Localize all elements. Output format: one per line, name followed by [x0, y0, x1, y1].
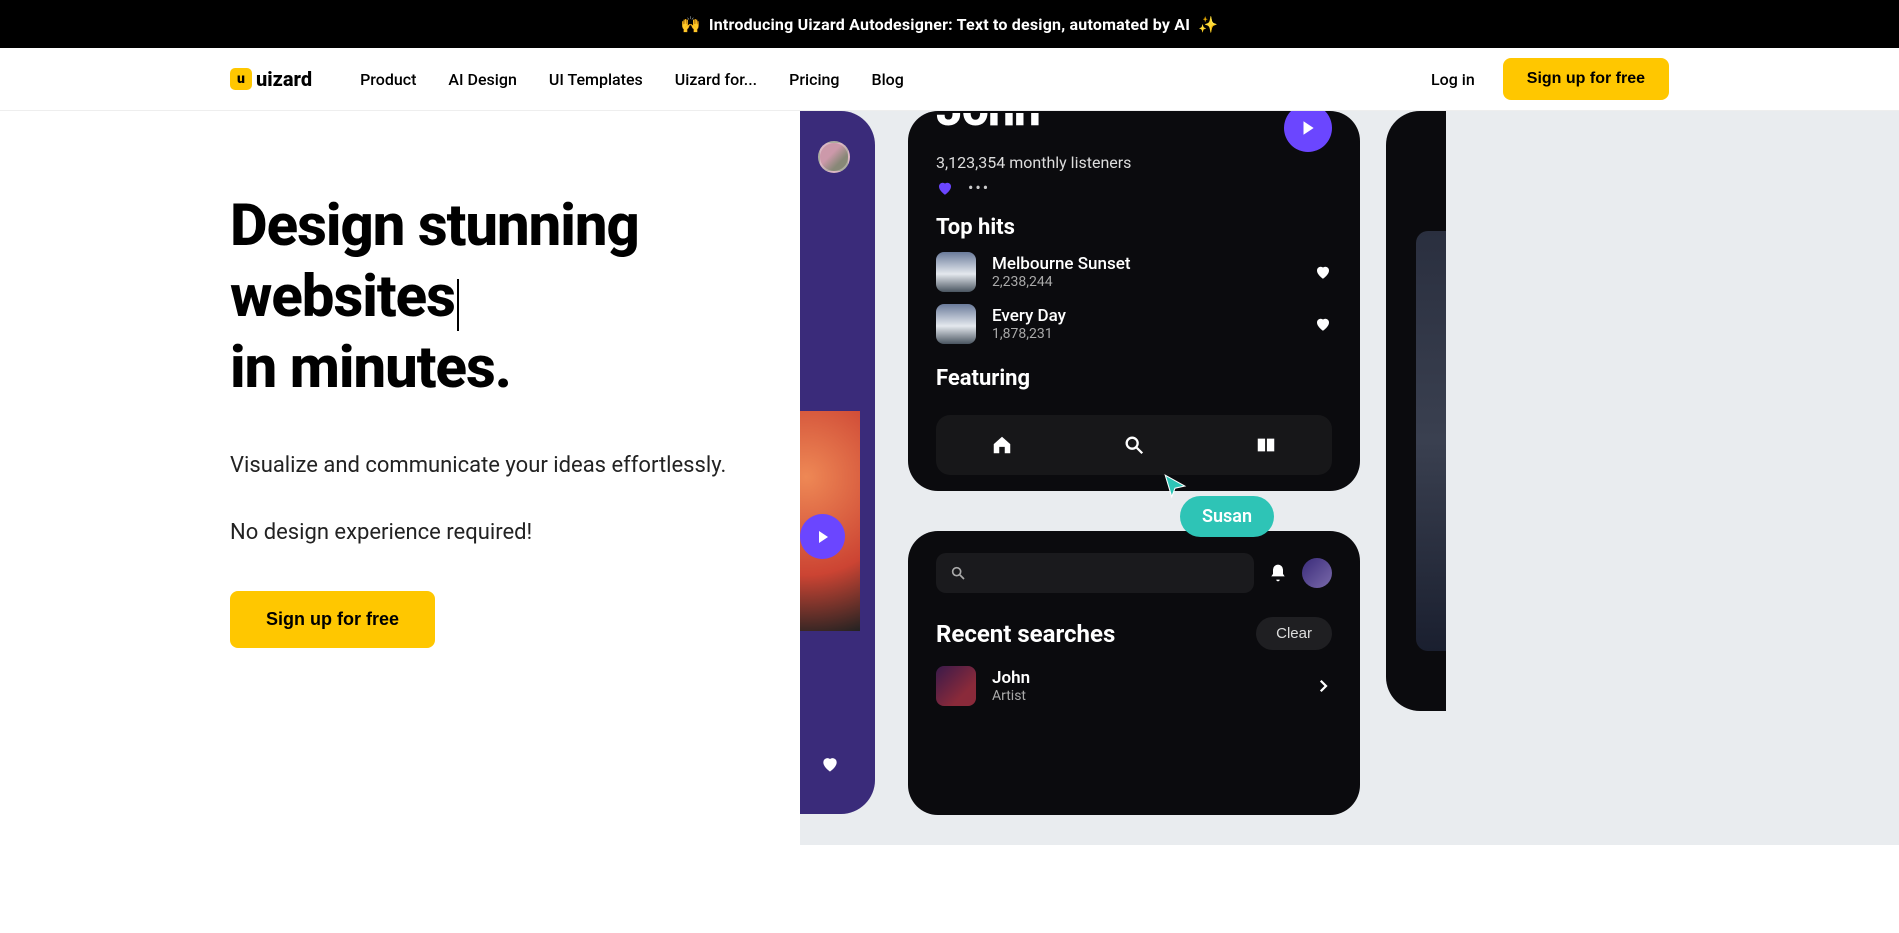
hero-title-line1: Design stunning — [230, 192, 639, 260]
cursor-pointer-icon — [1162, 473, 1188, 499]
artist-artwork — [936, 666, 976, 706]
nav-blog[interactable]: Blog — [872, 70, 904, 89]
artist-name: John — [936, 113, 1040, 137]
nav-uizard-for[interactable]: Uizard for... — [675, 70, 757, 89]
logo-text: uizard — [256, 67, 312, 91]
nav-pricing[interactable]: Pricing — [789, 70, 839, 89]
collaborator-cursor-label: Susan — [1180, 496, 1274, 537]
recent-item-name: John — [992, 668, 1030, 688]
logo-mark: u — [230, 68, 252, 90]
login-link[interactable]: Log in — [1431, 70, 1475, 89]
artwork-image — [1416, 231, 1446, 651]
showcase-card-left-peek — [800, 111, 875, 814]
primary-nav: Product AI Design UI Templates Uizard fo… — [360, 70, 904, 89]
play-button[interactable] — [1284, 111, 1332, 152]
hero-subtitle-2: No design experience required! — [230, 520, 800, 545]
nav-ui-templates[interactable]: UI Templates — [549, 70, 643, 89]
logo[interactable]: u uizard — [230, 67, 312, 91]
track-artwork — [936, 252, 976, 292]
nav-ai-design[interactable]: AI Design — [448, 70, 516, 89]
play-icon — [1299, 119, 1317, 137]
library-icon[interactable] — [1255, 434, 1277, 456]
heart-icon[interactable] — [1314, 263, 1332, 281]
hero-title-line2: websites — [230, 263, 455, 331]
typing-cursor-icon — [457, 279, 459, 331]
sparkle-icon: ✨ — [1198, 15, 1218, 34]
recent-searches-heading: Recent searches — [936, 620, 1115, 648]
search-icon — [950, 565, 966, 581]
avatar[interactable] — [1302, 558, 1332, 588]
showcase-card-search: Recent searches Clear John Artist — [908, 531, 1360, 815]
more-icon[interactable]: ••• — [968, 178, 990, 197]
hero-subtitle: Visualize and communicate your ideas eff… — [230, 449, 800, 482]
search-icon[interactable] — [1123, 434, 1145, 456]
track-row[interactable]: Melbourne Sunset 2,238,244 — [936, 252, 1332, 292]
hero-title: Design stunning websites in minutes. — [230, 191, 800, 403]
hero-showcase: John 3,123,354 monthly listeners ••• Top… — [800, 111, 1899, 845]
heart-icon — [820, 754, 840, 774]
track-artwork — [936, 304, 976, 344]
track-row[interactable]: Every Day 1,878,231 — [936, 304, 1332, 344]
top-hits-heading: Top hits — [936, 215, 1332, 240]
hero-signup-button[interactable]: Sign up for free — [230, 591, 435, 648]
clear-button[interactable]: Clear — [1256, 617, 1332, 650]
home-icon[interactable] — [991, 434, 1013, 456]
bell-icon[interactable] — [1268, 563, 1288, 583]
recent-search-item[interactable]: John Artist — [936, 666, 1332, 706]
header-nav: u uizard Product AI Design UI Templates … — [0, 48, 1899, 111]
avatar — [818, 141, 850, 173]
play-button[interactable] — [800, 514, 845, 559]
featuring-heading: Featuring — [936, 366, 1332, 391]
listeners-count: 3,123,354 monthly listeners — [936, 153, 1332, 172]
track-name: Melbourne Sunset — [992, 254, 1298, 274]
header-signup-button[interactable]: Sign up for free — [1503, 58, 1669, 100]
announcement-text: Introducing Uizard Autodesigner: Text to… — [709, 15, 1190, 34]
hero-section: Design stunning websites in minutes. Vis… — [0, 111, 1899, 933]
chevron-right-icon — [1314, 677, 1332, 695]
announcement-bar[interactable]: 🙌 Introducing Uizard Autodesigner: Text … — [0, 0, 1899, 48]
play-icon — [815, 529, 831, 545]
heart-icon[interactable] — [936, 179, 954, 197]
track-name: Every Day — [992, 306, 1298, 326]
recent-item-type: Artist — [992, 688, 1030, 704]
emoji-hands: 🙌 — [681, 15, 701, 34]
showcase-card-artist: John 3,123,354 monthly listeners ••• Top… — [908, 111, 1360, 491]
track-plays: 1,878,231 — [992, 326, 1298, 342]
hero-title-line3: in minutes. — [230, 334, 511, 402]
search-input[interactable] — [936, 553, 1254, 593]
nav-product[interactable]: Product — [360, 70, 416, 89]
track-plays: 2,238,244 — [992, 274, 1298, 290]
heart-icon[interactable] — [1314, 315, 1332, 333]
showcase-card-right-peek — [1386, 111, 1446, 711]
bottom-nav — [936, 415, 1332, 475]
hero-copy: Design stunning websites in minutes. Vis… — [230, 111, 800, 933]
